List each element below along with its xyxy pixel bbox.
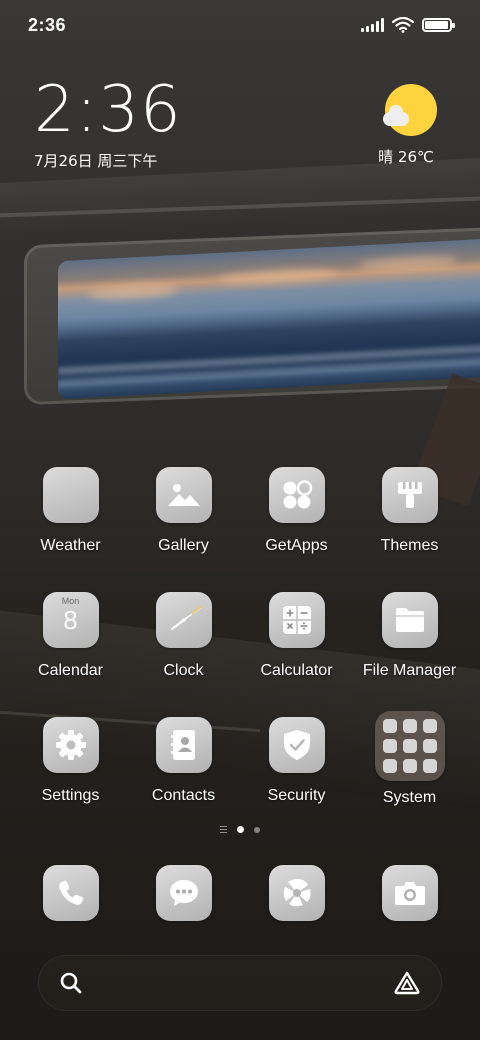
shield-icon <box>268 717 325 773</box>
clock-widget[interactable]: 2:36 7月26日 周三下午 <box>34 78 182 171</box>
wifi-icon <box>392 17 414 33</box>
page-dot-active <box>237 826 244 833</box>
app-label: Calendar <box>38 662 103 679</box>
app-label: Settings <box>41 787 100 804</box>
search-icon[interactable] <box>59 971 83 995</box>
app-label: Contacts <box>151 787 216 804</box>
app-file-manager[interactable]: File Manager <box>353 592 466 680</box>
search-bar[interactable] <box>38 955 442 1011</box>
app-drawer-indicator-icon <box>220 826 227 833</box>
folder-mini-app-icon <box>402 739 417 753</box>
app-label: System <box>382 789 437 806</box>
page-indicator[interactable] <box>0 826 480 833</box>
app-getapps[interactable]: GetApps <box>240 467 353 555</box>
page-dot <box>254 826 260 833</box>
status-icons <box>361 17 455 33</box>
contacts-book-icon <box>155 717 212 773</box>
folder-icon <box>381 592 438 648</box>
messages-icon <box>155 865 212 921</box>
app-folder-icon <box>374 711 445 781</box>
status-time: 2:36 <box>28 14 67 35</box>
app-folder-system[interactable]: System <box>353 711 466 807</box>
wallpaper-sea-view <box>58 238 480 400</box>
app-calculator[interactable]: Calculator <box>240 592 353 680</box>
app-label: Weather <box>40 537 101 554</box>
calendar-day: 8 <box>63 605 78 635</box>
clock-date: 7月26日 周三下午 <box>34 152 158 170</box>
app-label: Security <box>267 787 326 804</box>
dock-browser[interactable] <box>240 865 353 921</box>
battery-level <box>425 21 448 29</box>
sun-cloud-icon <box>383 84 437 136</box>
phone-icon <box>42 865 99 921</box>
signal-icon <box>361 18 384 32</box>
folder-mini-app-icon <box>422 739 437 753</box>
app-contacts[interactable]: Contacts <box>127 717 240 805</box>
calendar-icon: Mon 8 <box>42 592 99 648</box>
app-label: Gallery <box>158 537 209 554</box>
app-calendar[interactable]: Mon 8 Calendar <box>14 592 127 680</box>
dock-camera[interactable] <box>353 865 466 921</box>
app-label: GetApps <box>265 537 328 554</box>
app-security[interactable]: Security <box>240 717 353 805</box>
status-bar: 2:36 <box>0 0 480 50</box>
app-clock[interactable]: Clock <box>127 592 240 680</box>
clock-icon <box>155 592 212 648</box>
battery-icon <box>422 18 455 32</box>
app-label: File Manager <box>362 662 457 679</box>
app-weather[interactable]: Weather <box>14 467 127 555</box>
folder-mini-app-icon <box>402 719 417 733</box>
themes-brush-icon <box>381 467 438 523</box>
clock-time: 2:36 <box>34 73 182 147</box>
folder-mini-app-icon <box>382 719 397 733</box>
gallery-icon <box>155 467 212 523</box>
calculator-icon <box>268 592 325 648</box>
weather-icon <box>42 467 99 523</box>
weather-text: 晴 26℃ <box>378 148 434 166</box>
folder-mini-app-icon <box>422 759 437 773</box>
app-label: Calculator <box>260 662 333 679</box>
weather-widget[interactable]: 晴 26℃ <box>376 84 446 167</box>
folder-mini-app-icon <box>382 739 397 753</box>
gear-icon <box>42 717 99 773</box>
app-label: Clock <box>163 662 204 679</box>
dock-phone[interactable] <box>14 865 127 921</box>
app-themes[interactable]: Themes <box>353 467 466 555</box>
app-settings[interactable]: Settings <box>14 717 127 805</box>
camera-icon <box>381 865 438 921</box>
browser-icon <box>268 865 325 921</box>
getapps-icon <box>268 467 325 523</box>
folder-mini-app-icon <box>382 759 397 773</box>
app-gallery[interactable]: Gallery <box>127 467 240 555</box>
folder-mini-app-icon <box>402 759 417 773</box>
assistant-icon[interactable] <box>393 970 421 996</box>
folder-mini-app-icon <box>422 719 437 733</box>
dock-messages[interactable] <box>127 865 240 921</box>
app-label: Themes <box>380 537 439 554</box>
